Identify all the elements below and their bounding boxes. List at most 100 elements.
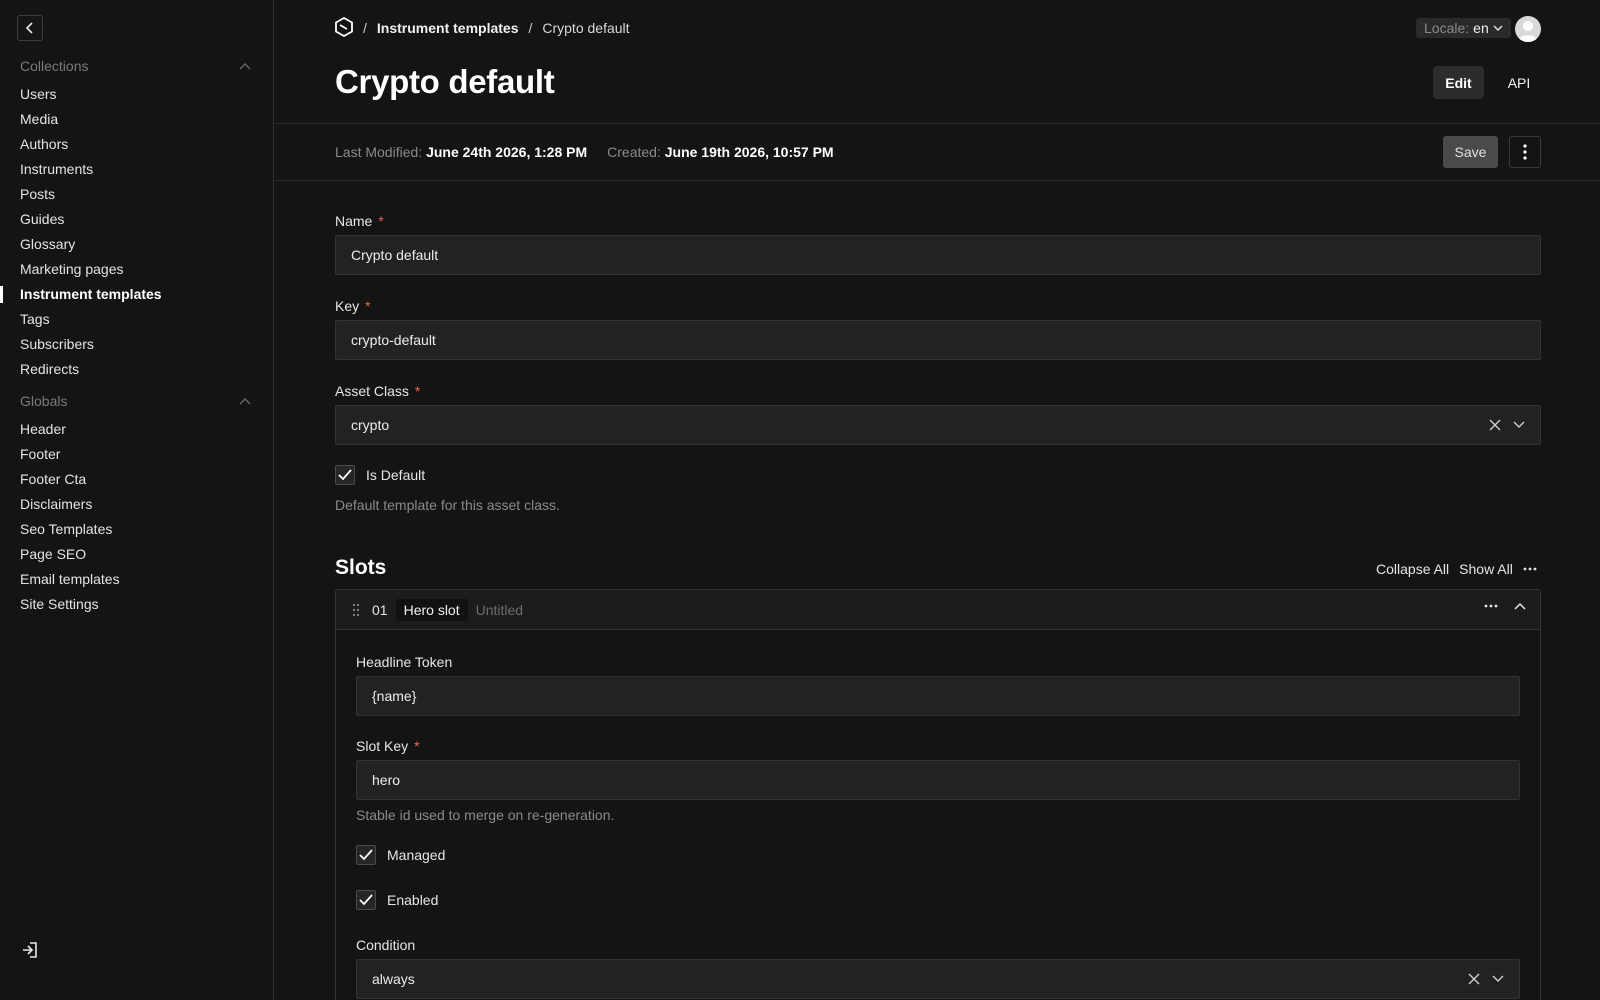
more-horizontal-icon[interactable] [1523,567,1537,571]
slot-name: Untitled [475,601,524,618]
slot-key-field[interactable]: hero [356,760,1520,800]
managed-checkbox-row[interactable]: Managed [356,845,445,865]
globals-group-label: Globals [20,393,68,409]
collections-nav: Users Media Authors Instruments Posts Gu… [0,82,274,382]
name-field[interactable]: Crypto default [335,235,1541,275]
slot-key-help: Stable id used to merge on re-generation… [356,807,615,823]
asset-class-field-label: Asset Class * [335,383,420,399]
check-icon [338,469,352,481]
avatar[interactable] [1515,16,1541,42]
breadcrumb-current: Crypto default [542,20,630,36]
enabled-label: Enabled [387,892,439,908]
key-field-label: Key * [335,298,371,314]
chevron-up-icon [238,59,252,73]
sidebar-item-glossary[interactable]: Glossary [0,232,274,257]
chevron-up-icon [238,394,252,408]
is-default-label: Is Default [366,467,426,483]
last-modified-value: June 24th 2026, 1:28 PM [426,144,588,160]
slot-key-label-text: Slot Key [356,738,409,754]
sidebar-item-header[interactable]: Header [0,417,274,442]
sidebar-item-guides[interactable]: Guides [0,207,274,232]
clear-icon[interactable] [1468,973,1480,985]
document-meta-bar: Last Modified: June 24th 2026, 1:28 PM C… [275,123,1600,181]
sidebar-item-footer-cta[interactable]: Footer Cta [0,467,274,492]
asset-class-label-text: Asset Class [335,383,409,399]
sidebar: Collections Users Media Authors Instrume… [0,0,274,1000]
check-icon [359,894,373,906]
logout-icon [23,942,37,958]
name-label-text: Name [335,213,373,229]
slot-key-field-label: Slot Key * [356,738,420,754]
chevron-down-icon [1493,25,1503,31]
chevron-up-icon[interactable] [1514,602,1526,610]
page-title: Crypto default [335,63,555,100]
sidebar-item-disclaimers[interactable]: Disclaimers [0,492,274,517]
document-options-button[interactable] [1509,136,1541,168]
sidebar-item-seo-templates[interactable]: Seo Templates [0,517,274,542]
slots-heading: Slots [335,556,387,579]
sidebar-item-redirects[interactable]: Redirects [0,357,274,382]
globals-group-toggle[interactable]: Globals [20,393,252,409]
locale-label: Locale: [1424,20,1470,36]
breadcrumb-separator: / [528,20,533,36]
chevron-down-icon[interactable] [1492,975,1504,983]
key-label-text: Key [335,298,360,314]
condition-value: always [372,971,415,987]
slot-type-badge: Hero slot [395,598,468,621]
collapse-sidebar-button[interactable] [17,15,43,41]
enabled-checkbox-row[interactable]: Enabled [356,890,438,910]
more-horizontal-icon[interactable] [1484,604,1498,608]
save-button[interactable]: Save [1443,136,1498,168]
more-vertical-icon [1523,144,1527,160]
enabled-checkbox[interactable] [356,890,376,910]
sidebar-item-authors[interactable]: Authors [0,132,274,157]
check-icon [359,849,373,861]
edit-tab-button[interactable]: Edit [1433,66,1484,99]
required-marker: * [414,383,421,399]
sidebar-item-footer[interactable]: Footer [0,442,274,467]
sidebar-item-media[interactable]: Media [0,107,274,132]
managed-label: Managed [387,847,446,863]
sidebar-item-instrument-templates[interactable]: Instrument templates [0,282,274,307]
app-logo-icon[interactable] [335,16,353,40]
breadcrumb-separator: / [363,20,367,36]
document-meta: Last Modified: June 24th 2026, 1:28 PM C… [335,144,834,160]
slot-header[interactable]: 01 Hero slot Untitled [336,590,1540,630]
slot-number: 01 [372,601,388,618]
sidebar-item-email-templates[interactable]: Email templates [0,567,274,592]
locale-selector[interactable]: Locale: en [1416,18,1511,38]
collections-group-label: Collections [20,58,89,74]
name-field-value: Crypto default [351,247,439,263]
key-field[interactable]: crypto-default [335,320,1541,360]
sidebar-item-tags[interactable]: Tags [0,307,274,332]
breadcrumb-link-instrument-templates[interactable]: Instrument templates [377,20,519,36]
logout-button[interactable] [20,940,40,960]
asset-class-value: crypto [351,417,390,433]
is-default-checkbox-row[interactable]: Is Default [335,465,425,485]
sidebar-item-users[interactable]: Users [0,82,274,107]
drag-handle-icon[interactable] [348,602,364,618]
clear-icon[interactable] [1489,419,1501,431]
asset-class-select[interactable]: crypto [335,405,1541,445]
sidebar-item-posts[interactable]: Posts [0,182,274,207]
created-value: June 19th 2026, 10:57 PM [664,144,834,160]
managed-checkbox[interactable] [356,845,376,865]
sidebar-item-marketing-pages[interactable]: Marketing pages [0,257,274,282]
chevron-down-icon[interactable] [1513,421,1525,429]
collections-group-toggle[interactable]: Collections [20,58,252,74]
api-tab-button[interactable]: API [1496,66,1542,99]
sidebar-item-instruments[interactable]: Instruments [0,157,274,182]
is-default-checkbox[interactable] [335,465,355,485]
last-modified-label: Last Modified: [335,144,423,160]
collapse-all-button[interactable]: Collapse All [1376,561,1449,577]
show-all-button[interactable]: Show All [1459,561,1513,577]
required-marker: * [414,738,420,754]
name-field-label: Name * [335,213,384,229]
headline-token-field[interactable]: {name} [356,676,1520,716]
sidebar-item-site-settings[interactable]: Site Settings [0,592,274,617]
created-label: Created: [607,144,661,160]
sidebar-item-page-seo[interactable]: Page SEO [0,542,274,567]
user-icon [1518,21,1538,42]
condition-select[interactable]: always [356,959,1520,999]
sidebar-item-subscribers[interactable]: Subscribers [0,332,274,357]
